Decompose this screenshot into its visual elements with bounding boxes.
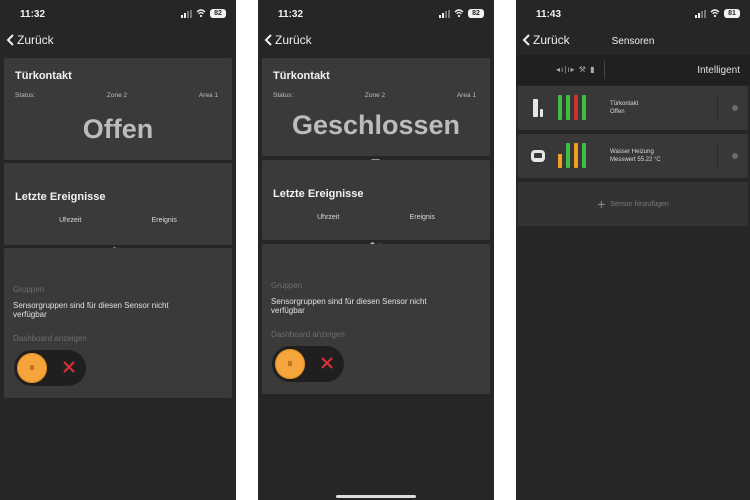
zone-value: Zone 2 <box>106 92 128 99</box>
back-button[interactable]: Zurück <box>6 33 54 47</box>
events-card: Letzte Ereignisse Uhrzeit Ereignis <box>4 163 232 245</box>
header-divider <box>604 61 605 79</box>
nav-bar: Zurück <box>0 30 236 54</box>
signal-tools-battery-icons: ◂ı|ı▸ ⚒ ▮ <box>556 65 596 74</box>
events-title: Letzte Ereignisse <box>15 191 106 203</box>
mode-label[interactable]: Intelligent <box>697 65 740 76</box>
settings-dot-icon[interactable] <box>732 153 738 159</box>
groups-label: Gruppen <box>13 285 45 294</box>
sensor-row[interactable]: Wasser Heizung Messwert 55.22 °C <box>518 134 748 178</box>
chevron-left-icon <box>6 34 14 46</box>
groups-label: Gruppen <box>271 281 303 290</box>
sensor-title: Türkontakt <box>273 70 330 82</box>
plus-icon: + <box>597 196 606 212</box>
sensor-list-header: ◂ı|ı▸ ⚒ ▮ Intelligent <box>516 55 750 85</box>
groups-text: Sensorgruppen sind für diesen Sensor nic… <box>13 301 169 319</box>
status-bar: 11:32 82 <box>258 0 494 30</box>
toggle-knob[interactable]: II <box>17 353 47 383</box>
chevron-left-icon <box>264 34 272 46</box>
phone-screen-closed: 11:32 82 Zurück Türkontakt Status: Zone … <box>258 0 494 500</box>
status-label: Status: <box>273 92 294 99</box>
sensor-title: Türkontakt <box>15 70 72 82</box>
wifi-icon <box>710 9 720 18</box>
sensor-info-row: Status: Zone 2 Area 1 <box>273 92 476 99</box>
sensor-status-card: Türkontakt Status: Zone 2 Area 1 Geschlo… <box>262 58 490 156</box>
wifi-icon <box>196 9 206 18</box>
zone-value: Zone 2 <box>364 92 386 99</box>
events-table-header: Uhrzeit Ereignis <box>262 214 490 221</box>
sensor-state: Geschlossen <box>291 110 461 140</box>
settings-dot-icon[interactable] <box>732 105 738 111</box>
bar-green <box>582 143 586 168</box>
nav-bar: Zurück Sensoren <box>516 30 750 54</box>
cellular-signal-icon <box>695 10 706 18</box>
page-title: Sensoren <box>611 36 655 47</box>
status-time: 11:32 <box>20 9 46 20</box>
col-time: Uhrzeit <box>59 217 82 224</box>
area-value: Area 1 <box>456 92 476 99</box>
nav-bar: Zurück <box>258 30 494 54</box>
battery-icon: 82 <box>210 9 226 18</box>
settings-card: Gruppen Sensorgruppen sind für diesen Se… <box>4 248 232 398</box>
settings-card: Gruppen Sensorgruppen sind für diesen Se… <box>262 244 490 394</box>
door-contact-icon <box>533 99 543 117</box>
bar-green <box>558 95 562 120</box>
bar-orange <box>558 143 562 168</box>
status-time: 11:32 <box>278 9 304 20</box>
add-sensor-button[interactable]: + Sensor hinzufügen <box>518 182 748 226</box>
close-icon[interactable] <box>319 355 335 371</box>
bar-green <box>566 143 570 168</box>
sensor-name: Türkontakt <box>610 101 639 107</box>
sensor-status-card: Türkontakt Status: Zone 2 Area 1 Offen <box>4 58 232 160</box>
status-bar: 11:43 81 <box>516 0 750 30</box>
sensor-text: Wasser Heizung Messwert 55.22 °C <box>610 148 661 164</box>
phone-screen-open: 11:32 82 Zurück Türkontakt Status: Zone … <box>0 0 236 500</box>
sensor-text: Türkontakt Offen <box>610 100 638 116</box>
col-event: Ereignis <box>409 214 435 221</box>
bar-red <box>574 95 578 120</box>
battery-icon: 81 <box>724 9 740 18</box>
status-bar: 11:32 82 <box>0 0 236 30</box>
events-title: Letzte Ereignisse <box>273 188 364 200</box>
cellular-signal-icon <box>439 10 450 18</box>
sensor-status: Offen <box>610 109 625 115</box>
sensor-name: Wasser Heizung <box>610 149 654 155</box>
add-sensor-label: Sensor hinzufügen <box>610 200 669 208</box>
events-table-header: Uhrzeit Ereignis <box>4 217 232 224</box>
status-label: Status: <box>15 92 36 99</box>
toggle-knob[interactable]: II <box>275 349 305 379</box>
phone-screen-sensors: 11:43 81 Zurück Sensoren ◂ı|ı▸ ⚒ ▮ Intel… <box>516 0 750 500</box>
sensor-row[interactable]: Türkontakt Offen <box>518 86 748 130</box>
dashboard-toggle[interactable]: II <box>272 346 344 382</box>
bar-green <box>582 95 586 120</box>
row-divider <box>717 94 718 122</box>
groups-text: Sensorgruppen sind für diesen Sensor nic… <box>271 297 427 315</box>
back-button[interactable]: Zurück <box>264 33 312 47</box>
battery-icon: 82 <box>468 9 484 18</box>
row-divider <box>717 142 718 170</box>
bar-orange <box>574 143 578 168</box>
status-bars <box>558 95 586 120</box>
bar-green <box>566 95 570 120</box>
temperature-sensor-icon <box>531 150 545 162</box>
home-indicator <box>336 495 416 498</box>
col-time: Uhrzeit <box>317 214 340 221</box>
dashboard-label: Dashboard anzeigen <box>271 330 345 339</box>
sensor-info-row: Status: Zone 2 Area 1 <box>15 92 218 99</box>
status-bars <box>558 143 586 168</box>
status-time: 11:43 <box>536 9 562 20</box>
sensor-state: Offen <box>82 114 154 144</box>
col-event: Ereignis <box>151 217 177 224</box>
area-value: Area 1 <box>198 92 218 99</box>
sensor-status: Messwert 55.22 °C <box>610 157 661 163</box>
back-label: Zurück <box>275 33 312 47</box>
events-card: Letzte Ereignisse Uhrzeit Ereignis <box>262 160 490 240</box>
back-label: Zurück <box>17 33 54 47</box>
wifi-icon <box>454 9 464 18</box>
dashboard-toggle[interactable]: II <box>14 350 86 386</box>
cellular-signal-icon <box>181 10 192 18</box>
close-icon[interactable] <box>61 359 77 375</box>
dashboard-label: Dashboard anzeigen <box>13 334 87 343</box>
